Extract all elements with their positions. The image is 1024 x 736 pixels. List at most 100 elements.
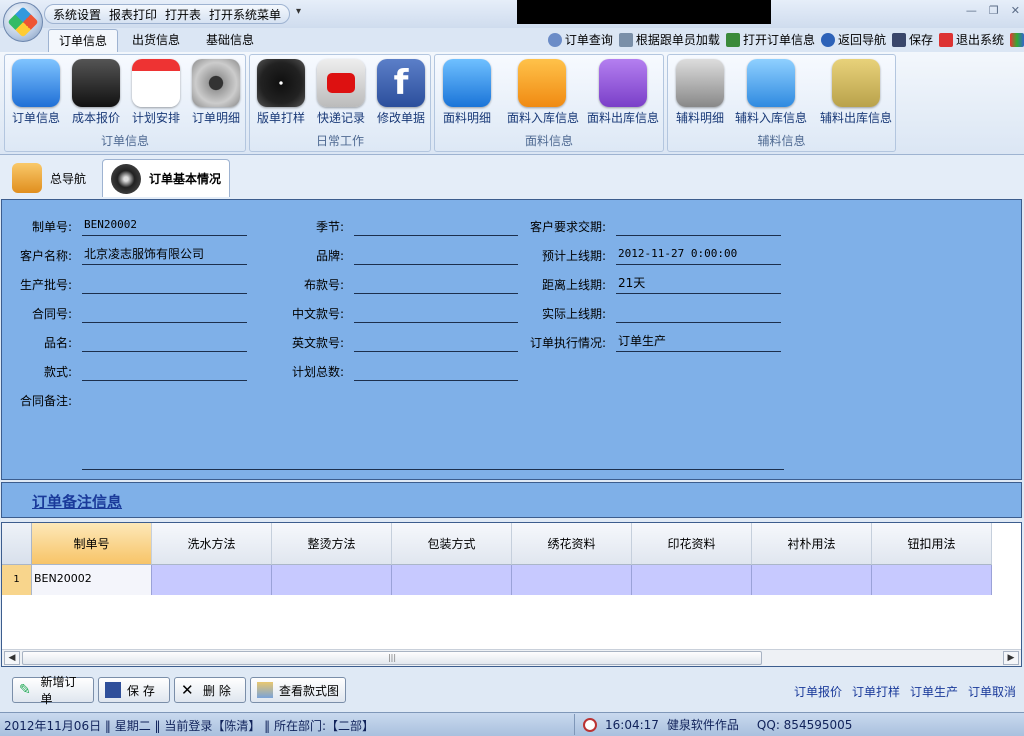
- contract-note-field[interactable]: [82, 450, 784, 470]
- fabric-in-button[interactable]: 面料入库信息: [507, 59, 579, 126]
- modify-document-button[interactable]: f 修改单据: [374, 59, 428, 126]
- days-to-online-field[interactable]: 21天: [616, 274, 781, 294]
- scroll-right-icon[interactable]: ▶: [1003, 651, 1019, 665]
- clock-icon: [583, 717, 597, 732]
- qat-open-system-menu[interactable]: 打开系统菜单: [209, 6, 281, 23]
- cell-button-usage[interactable]: [872, 565, 992, 595]
- plan-total-field[interactable]: [354, 361, 518, 381]
- grid-select-all[interactable]: [2, 523, 32, 565]
- grid-header: 制单号 洗水方法 整烫方法 包装方式 绣花资料 印花资料 衬朴用法 钮扣用法: [2, 523, 992, 565]
- map-icon: [832, 59, 880, 107]
- exec-status-field[interactable]: 订单生产: [616, 332, 781, 352]
- safe-icon: [676, 59, 724, 107]
- restore-icon[interactable]: ❐: [989, 4, 999, 17]
- tab-main-nav[interactable]: 总导航: [4, 159, 94, 197]
- col-header-ironing[interactable]: 整烫方法: [272, 523, 392, 565]
- label-actual-online: 实际上线期:: [541, 307, 606, 321]
- season-field[interactable]: [354, 216, 518, 236]
- customer-field[interactable]: 北京凌志服饰有限公司: [82, 245, 247, 265]
- cell-printing[interactable]: [632, 565, 752, 595]
- col-header-order-no[interactable]: 制单号: [32, 523, 152, 565]
- cell-order-no[interactable]: BEN20002: [32, 565, 152, 595]
- accessory-detail-button[interactable]: 辅料明细: [670, 59, 730, 126]
- col-header-embroidery[interactable]: 绣花资料: [512, 523, 632, 565]
- clock-icon: [257, 59, 305, 107]
- open-order-info-button[interactable]: 打开订单信息: [725, 31, 815, 48]
- info-icon: [820, 32, 835, 47]
- load-by-merchandiser-button[interactable]: 根据跟单员加载: [618, 31, 720, 48]
- app-menu-orb[interactable]: [3, 2, 43, 42]
- col-header-button-usage[interactable]: 钮扣用法: [872, 523, 992, 565]
- required-date-field[interactable]: [616, 216, 781, 236]
- qat-system-settings[interactable]: 系统设置: [53, 6, 101, 23]
- ribbon-group-order: 订单信息 成本报价 计划安排 订单明细 订单信息: [4, 54, 246, 152]
- tab-order-basic[interactable]: 订单基本情况: [102, 159, 230, 197]
- qat-open-table[interactable]: 打开表: [165, 6, 201, 23]
- link-order-sample[interactable]: 订单打样: [852, 683, 900, 700]
- accessory-out-button[interactable]: 辅料出库信息: [818, 59, 894, 126]
- order-query-button[interactable]: 订单查询: [547, 31, 613, 48]
- batch-field[interactable]: [82, 274, 247, 294]
- users-icon[interactable]: [1010, 32, 1024, 47]
- fabric-out-button[interactable]: 面料出库信息: [585, 59, 661, 126]
- bottom-toolbar: ✎ 新增订单 保 存 ✕ 删 除 查看款式图 订单报价 订单打样 订单生产 订单…: [0, 669, 1024, 711]
- cn-style-no-field[interactable]: [354, 303, 518, 323]
- contract-field[interactable]: [82, 303, 247, 323]
- table-row[interactable]: 1 BEN20002: [2, 565, 992, 595]
- tab-basic-info[interactable]: 基础信息: [196, 29, 264, 52]
- product-field[interactable]: [82, 332, 247, 352]
- col-header-printing[interactable]: 印花资料: [632, 523, 752, 565]
- order-detail-button[interactable]: 订单明细: [189, 59, 243, 126]
- new-order-button[interactable]: ✎ 新增订单: [12, 675, 94, 706]
- fabric-detail-button[interactable]: 面料明细: [437, 59, 497, 126]
- cost-quote-button[interactable]: 成本报价: [69, 59, 123, 126]
- image-icon: [257, 682, 273, 698]
- view-style-image-button[interactable]: 查看款式图: [250, 677, 346, 703]
- col-header-interlining[interactable]: 衬朴用法: [752, 523, 872, 565]
- save-button[interactable]: 保 存: [98, 677, 170, 703]
- ribbon: 订单信息 成本报价 计划安排 订单明细 订单信息 版单打样 快递记录 f 修改单…: [0, 52, 1024, 155]
- order-no-field[interactable]: BEN20002: [82, 216, 247, 236]
- en-style-no-field[interactable]: [354, 332, 518, 352]
- delete-button[interactable]: ✕ 删 除: [174, 677, 246, 703]
- tab-shipping-info[interactable]: 出货信息: [124, 29, 188, 52]
- link-order-cancel[interactable]: 订单取消: [968, 683, 1016, 700]
- link-order-production[interactable]: 订单生产: [910, 683, 958, 700]
- order-notes-link[interactable]: 订单备注信息: [32, 491, 122, 512]
- sample-board-button[interactable]: 版单打样: [254, 59, 308, 126]
- tab-order-info[interactable]: 订单信息: [48, 29, 118, 52]
- order-info-button[interactable]: 订单信息: [9, 59, 63, 126]
- cell-ironing[interactable]: [272, 565, 392, 595]
- quick-access-toolbar: 系统设置 报表打印 打开表 打开系统菜单: [44, 4, 291, 24]
- qat-report-print[interactable]: 报表打印: [109, 6, 157, 23]
- horizontal-scrollbar[interactable]: ◀ ||| ▶: [2, 649, 1021, 666]
- link-order-quote[interactable]: 订单报价: [794, 683, 842, 700]
- actual-online-field[interactable]: [616, 303, 781, 323]
- express-record-button[interactable]: 快递记录: [314, 59, 368, 126]
- cell-wash[interactable]: [152, 565, 272, 595]
- col-header-packaging[interactable]: 包装方式: [392, 523, 512, 565]
- scroll-left-icon[interactable]: ◀: [4, 651, 20, 665]
- plan-schedule-button[interactable]: 计划安排: [129, 59, 183, 126]
- brand-field[interactable]: [354, 245, 518, 265]
- label-brand: 品牌:: [315, 249, 344, 263]
- calendar-icon: [132, 59, 180, 107]
- plan-online-field[interactable]: 2012-11-27 0:00:00: [616, 245, 781, 265]
- qat-dropdown-icon[interactable]: ▾: [296, 6, 301, 17]
- group-title-daily: 日常工作: [315, 134, 364, 148]
- minimize-icon[interactable]: —: [966, 4, 977, 17]
- return-nav-button[interactable]: 返回导航: [820, 31, 886, 48]
- open-doc-icon: [725, 32, 740, 47]
- document-tabs: 总导航 订单基本情况: [0, 155, 1024, 199]
- fabric-no-field[interactable]: [354, 274, 518, 294]
- cell-interlining[interactable]: [752, 565, 872, 595]
- style-field[interactable]: [82, 361, 247, 381]
- accessory-in-button[interactable]: 辅料入库信息: [734, 59, 808, 126]
- scroll-thumb[interactable]: |||: [22, 651, 762, 665]
- save-header-button[interactable]: 保存: [891, 31, 933, 48]
- close-icon[interactable]: ✕: [1011, 4, 1020, 17]
- exit-system-button[interactable]: 退出系统: [938, 31, 1004, 48]
- cell-embroidery[interactable]: [512, 565, 632, 595]
- col-header-wash[interactable]: 洗水方法: [152, 523, 272, 565]
- cell-packaging[interactable]: [392, 565, 512, 595]
